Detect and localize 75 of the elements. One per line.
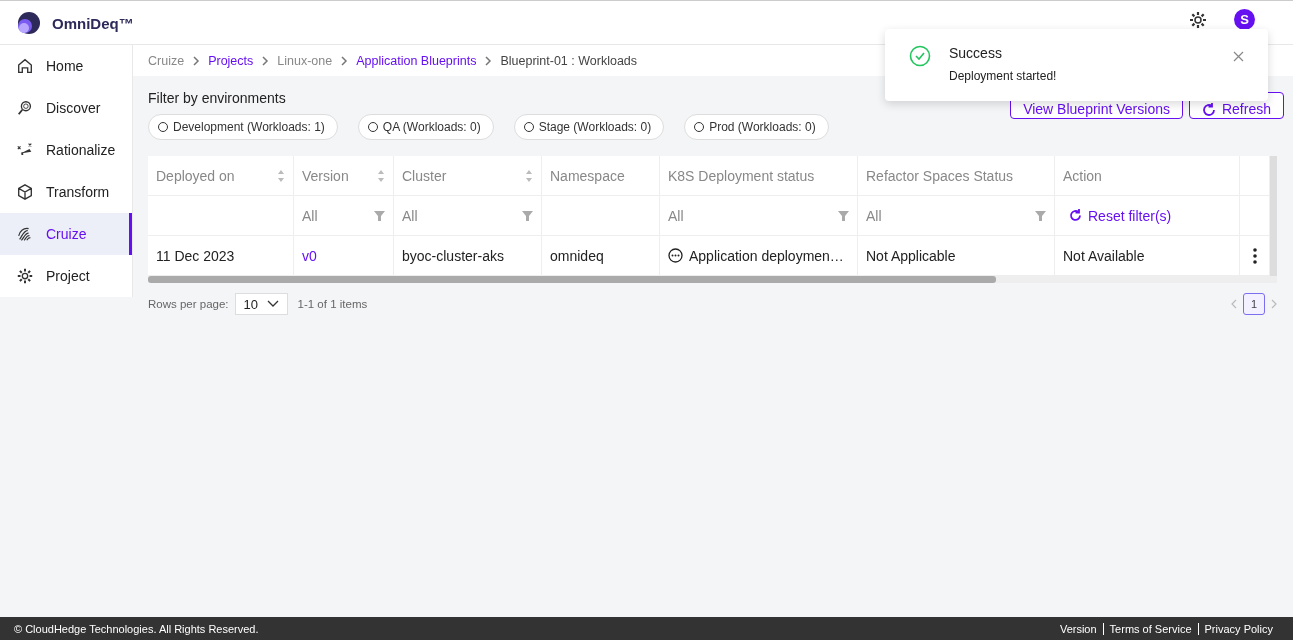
footer-link[interactable]: Terms of Service (1102, 622, 1198, 635)
sidebar-item[interactable]: Rationalize (0, 129, 132, 171)
rows-per-page-label: Rows per page: (148, 298, 229, 310)
status-text: Application deploymen… (689, 247, 844, 264)
reset-icon (1069, 209, 1082, 222)
app-name: OmniDeq™ (52, 15, 134, 32)
previous-page-icon[interactable] (1231, 299, 1237, 309)
sidebar-item[interactable]: Discover (0, 87, 132, 129)
sidebar-label: Transform (46, 184, 110, 200)
user-avatar[interactable]: S (1234, 9, 1255, 30)
filter-dropdown[interactable]: All (294, 196, 394, 236)
close-icon[interactable] (1233, 51, 1244, 62)
sidebar-label: Discover (46, 100, 101, 116)
breadcrumb-item: Cruize (148, 53, 185, 68)
sidebar-item[interactable]: Cruize (0, 213, 132, 255)
caret-icon (266, 300, 279, 308)
column-header: Namespace (542, 156, 660, 196)
filter-dropdown[interactable]: All (394, 196, 542, 236)
horizontal-scrollbar[interactable] (148, 276, 1277, 283)
page-size-select[interactable]: 10 (234, 293, 288, 315)
filter-icon[interactable] (838, 210, 849, 221)
chevron-icon (192, 55, 201, 66)
item-range: 1-1 of 1 items (297, 298, 368, 310)
environment-chip[interactable]: QA (Workloads: 0) (357, 114, 494, 140)
chevron-icon (340, 55, 349, 66)
breadcrumb-item: Linux-one (277, 53, 333, 68)
home-icon (16, 57, 34, 75)
scrollbar-thumb[interactable] (148, 276, 996, 283)
reset-filters-link[interactable]: Reset filter(s) (1063, 207, 1178, 224)
success-check-icon (909, 45, 931, 67)
footer-link[interactable]: Privacy Policy (1197, 622, 1279, 635)
more-icon[interactable] (1252, 247, 1257, 264)
page-button[interactable]: 1 (1243, 293, 1265, 315)
sidebar-item[interactable]: Project (0, 255, 132, 297)
column-header[interactable]: Deployed on (148, 156, 294, 196)
filter-dropdown[interactable]: All (660, 196, 858, 236)
table-link[interactable]: v0 (302, 247, 317, 264)
breadcrumb-item: Blueprint-01 : Workloads (500, 53, 638, 68)
environment-chip[interactable]: Prod (Workloads: 0) (684, 114, 829, 140)
toast-message: Deployment started! (949, 69, 1057, 83)
sidebar-item[interactable]: Transform (0, 171, 132, 213)
filter-title: Filter by environments (148, 90, 287, 106)
more-circle-icon (668, 248, 683, 263)
footer-link[interactable]: Version (1053, 622, 1103, 635)
magnifier-icon (16, 99, 34, 117)
environment-chip[interactable]: Stage (Workloads: 0) (513, 114, 665, 140)
chevron-icon (484, 55, 493, 66)
column-header: Refactor Spaces Status (858, 156, 1055, 196)
sidebar-label: Home (46, 58, 84, 74)
sort-icon[interactable] (377, 168, 385, 183)
sidebar-label: Rationalize (46, 142, 116, 158)
environment-chip[interactable]: Development (Workloads: 1) (148, 114, 338, 140)
vertical-scrollbar[interactable] (1270, 156, 1277, 276)
sort-icon[interactable] (277, 168, 285, 183)
column-header[interactable]: Cluster (394, 156, 542, 196)
next-page-icon[interactable] (1271, 299, 1277, 309)
copyright-text: © CloudHedge Technologies. All Rights Reserved. (14, 622, 259, 635)
column-header: Action (1055, 156, 1240, 196)
filter-icon[interactable] (374, 210, 385, 221)
sidebar-item[interactable]: Home (0, 45, 132, 87)
toast-title: Success (949, 45, 1003, 61)
breadcrumb-link[interactable]: Projects (208, 53, 254, 68)
chevron-icon (261, 55, 270, 66)
logo-icon (16, 11, 40, 36)
refresh-icon (1201, 103, 1216, 117)
filter-icon[interactable] (1035, 210, 1046, 221)
sidebar-label: Cruize (46, 226, 87, 242)
column-header[interactable]: Version (294, 156, 394, 196)
column-header: K8S Deployment status (660, 156, 858, 196)
cube-icon (16, 183, 34, 201)
breadcrumb-link[interactable]: Application Blueprints (356, 53, 477, 68)
sort-icon[interactable] (525, 168, 533, 183)
filter-dropdown[interactable]: All (858, 196, 1055, 236)
sidebar-label: Project (46, 268, 90, 284)
filter-icon[interactable] (522, 210, 533, 221)
